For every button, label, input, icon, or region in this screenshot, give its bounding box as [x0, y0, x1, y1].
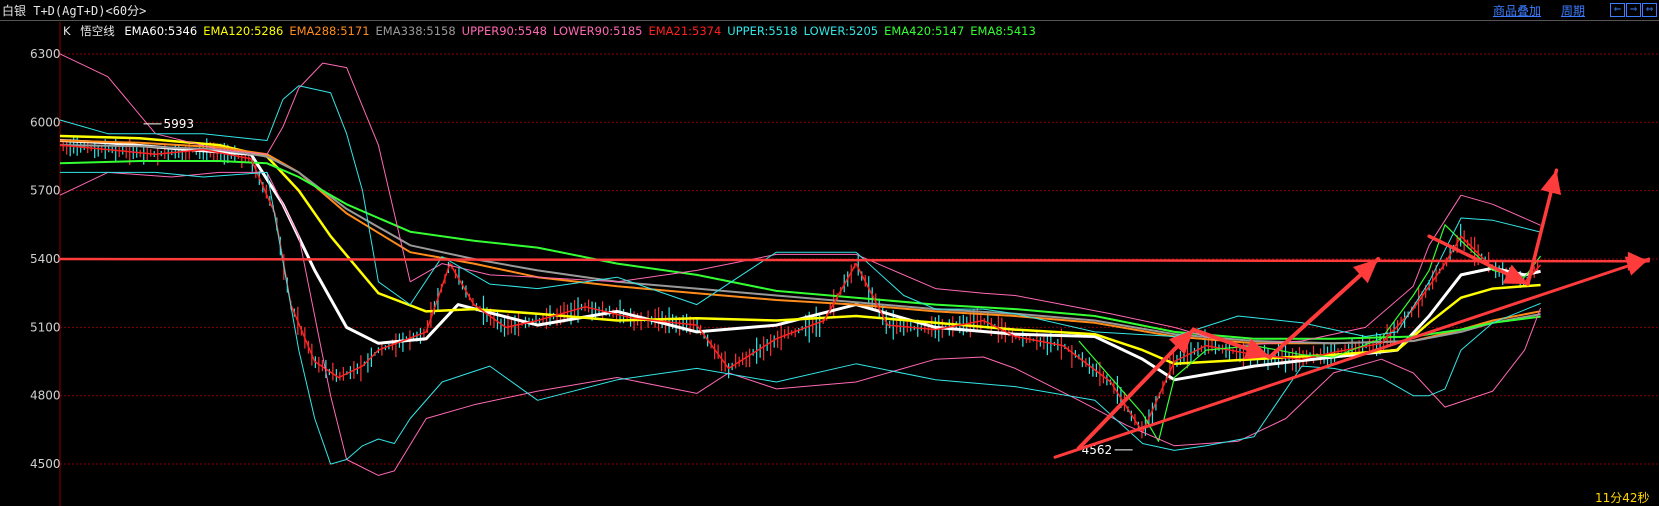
- annotation-label: 4562: [1082, 443, 1113, 457]
- legend-item: UPPER90:5548: [461, 24, 547, 38]
- indicator-legend: K 悟空线 EMA60:5346 EMA120:5286 EMA288:5171 EM…: [63, 23, 1048, 39]
- time-remaining: 11分42秒: [1595, 491, 1650, 505]
- legend-item: EMA21:5374: [648, 24, 722, 38]
- legend-item: UPPER:5518: [727, 24, 798, 38]
- y-tick-label: 5700: [30, 184, 61, 198]
- annotation-arrow-trend-head: [1624, 256, 1649, 276]
- legend-item: EMA60:5346: [124, 24, 198, 38]
- series-ema21: [59, 144, 1542, 433]
- y-tick-label: 5100: [30, 320, 61, 334]
- legend-item: EMA338:5158: [375, 24, 456, 38]
- annotation-arrow-trend: [1053, 257, 1651, 459]
- legend-item: LOWER:5205: [803, 24, 879, 38]
- y-tick-label: 6300: [30, 47, 61, 61]
- y-tick-label: 4500: [30, 457, 61, 471]
- series-upper: [59, 85, 1541, 337]
- legend-wukong-label: 悟空线: [80, 24, 115, 38]
- legend-item: LOWER90:5185: [553, 24, 643, 38]
- price-chart[interactable]: 4500 4800 5100 5400 5700 6000 6300 5993 4562: [0, 0, 1659, 506]
- y-tick-label: 4800: [30, 389, 61, 403]
- legend-items: EMA60:5346 EMA120:5286 EMA288:5171 EMA338:5…: [124, 24, 1041, 38]
- annotation-label: 5993: [164, 117, 195, 131]
- legend-k-label: K: [63, 24, 71, 38]
- legend-item: EMA120:5286: [203, 24, 284, 38]
- legend-item: EMA420:5147: [884, 24, 965, 38]
- annotation-arrow-resistance: [58, 257, 1651, 263]
- annotation-arrow-breakout-head: [1540, 170, 1562, 196]
- y-tick-label: 5400: [30, 252, 61, 266]
- legend-item: EMA8:5413: [970, 24, 1036, 38]
- y-tick-label: 6000: [30, 115, 61, 129]
- legend-item: EMA288:5171: [289, 24, 370, 38]
- series-lower90: [59, 171, 1542, 476]
